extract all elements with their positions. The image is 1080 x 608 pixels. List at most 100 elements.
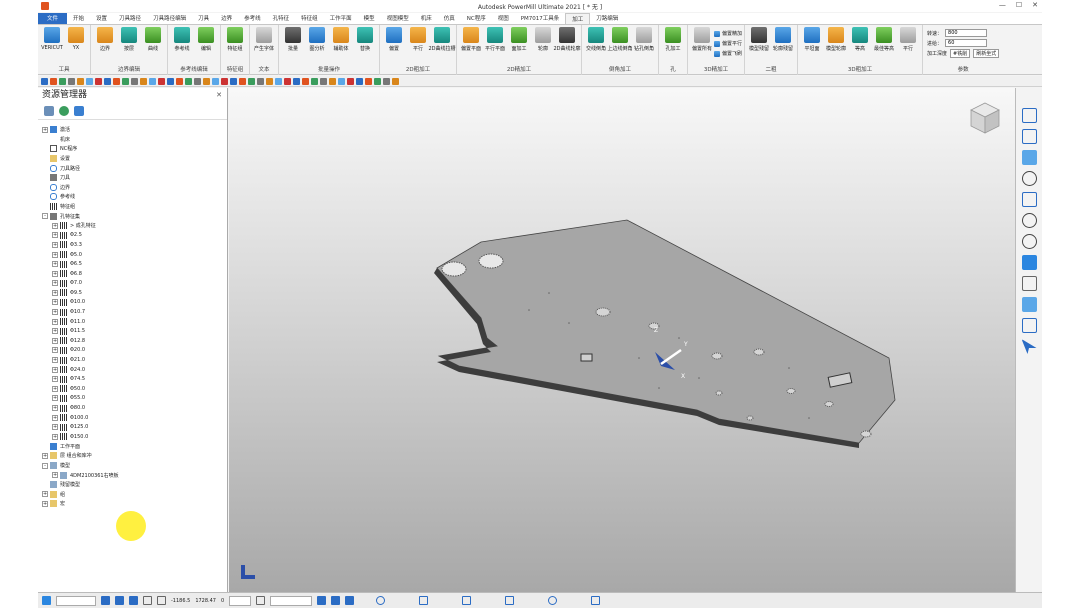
expand-toggle[interactable]: + [52, 328, 58, 335]
view-front-icon[interactable] [1021, 108, 1037, 123]
tree-item[interactable]: + > 成孔特征 [38, 221, 226, 231]
trash-icon[interactable] [74, 106, 84, 116]
qat-tool-icon[interactable] [293, 77, 300, 85]
qat-tool-icon[interactable] [284, 77, 291, 85]
tree-item[interactable]: +4DM2100361右喷板 [38, 470, 226, 480]
shaded-cube-icon[interactable] [1021, 297, 1037, 312]
qat-tool-icon[interactable] [212, 77, 219, 85]
expand-toggle[interactable]: + [52, 414, 58, 421]
tree-item[interactable]: + Φ55.0 [38, 394, 226, 404]
menu-tab-17[interactable]: PM7017工具条 [515, 13, 566, 24]
qat-tool-icon[interactable] [266, 77, 273, 85]
workplane-select[interactable] [56, 595, 96, 606]
cursor-icon[interactable] [1021, 339, 1037, 354]
tree-item[interactable]: NC程序 [38, 144, 226, 154]
menu-tab-4[interactable]: 刀具路径编辑 [147, 13, 192, 24]
qat-tool-icon[interactable] [383, 77, 390, 85]
expand-toggle[interactable]: + [52, 270, 58, 277]
no-icon[interactable] [548, 596, 558, 605]
zoom-box-icon[interactable] [1021, 213, 1037, 228]
view-iso-icon[interactable] [1021, 129, 1037, 144]
expand-toggle[interactable]: + [52, 366, 58, 373]
expand-toggle[interactable]: + [52, 433, 58, 440]
qat-tool-icon[interactable] [257, 77, 264, 85]
tree-item[interactable]: + Φ80.0 [38, 403, 226, 413]
tree-item[interactable]: + Φ150.0 [38, 432, 226, 442]
menu-tab-18[interactable]: 加工 [565, 13, 591, 24]
menu-tab-10[interactable]: 工作平面 [324, 13, 358, 24]
qat-tool-icon[interactable] [59, 77, 66, 85]
tree-item[interactable]: 机床 [38, 135, 226, 145]
tree-item[interactable]: 设置 [38, 154, 226, 164]
tree-item[interactable]: 工作平面 [38, 442, 226, 452]
qat-tool-icon[interactable] [347, 77, 354, 85]
zoom-out-icon[interactable] [1021, 234, 1037, 249]
tree-item[interactable]: 特征组 [38, 202, 226, 212]
qat-tool-icon[interactable] [338, 77, 345, 85]
expand-toggle[interactable]: + [52, 299, 58, 306]
expand-toggle[interactable]: + [52, 395, 58, 402]
expand-toggle[interactable]: + [42, 491, 48, 498]
tree-item[interactable]: + Φ7.0 [38, 279, 226, 289]
measure-icon[interactable] [256, 596, 266, 605]
workplane-icon[interactable] [42, 596, 51, 605]
menu-tab-14[interactable]: 仿真 [438, 13, 461, 24]
expand-toggle[interactable]: + [52, 347, 58, 354]
tree-item[interactable]: + 组 [38, 490, 226, 500]
zoom-icon[interactable] [1021, 171, 1037, 186]
ribbon-small-item[interactable]: 偏置飞刷 [714, 50, 742, 57]
menu-tab-8[interactable]: 孔特征 [267, 13, 296, 24]
close-icon[interactable]: ✕ [216, 88, 222, 103]
expand-toggle[interactable]: + [52, 251, 58, 258]
tree-item[interactable]: + Φ6.5 [38, 259, 226, 269]
menu-tab-2[interactable]: 设置 [90, 13, 113, 24]
expand-toggle[interactable]: + [52, 232, 58, 239]
refresh-button[interactable]: 刷新坐式 [973, 49, 1000, 58]
menu-tab-13[interactable]: 机床 [415, 13, 438, 24]
tree-item[interactable]: 残留模型 [38, 480, 226, 490]
view-cube-small-icon[interactable] [1021, 150, 1037, 165]
expand-toggle[interactable]: + [52, 261, 58, 268]
qat-tool-icon[interactable] [41, 77, 48, 85]
tree-item[interactable]: + Φ11.5 [38, 326, 226, 336]
expand-toggle[interactable]: + [52, 376, 58, 383]
qat-tool-icon[interactable] [365, 77, 372, 85]
expand-toggle[interactable]: + [42, 126, 48, 133]
tree-item[interactable]: - 孔特征集 [38, 211, 226, 221]
tree-item[interactable]: + Φ11.0 [38, 317, 226, 327]
qat-tool-icon[interactable] [230, 77, 237, 85]
menu-tab-19[interactable]: 刀路编辑 [590, 13, 624, 24]
expand-toggle[interactable]: + [52, 318, 58, 325]
qat-tool-icon[interactable] [203, 77, 210, 85]
grid2-icon[interactable] [157, 596, 166, 605]
qat-tool-icon[interactable] [194, 77, 201, 85]
select-icon[interactable] [1021, 318, 1037, 333]
close-icon[interactable]: ✕ [1032, 1, 1038, 9]
expand-toggle[interactable]: + [52, 337, 58, 344]
tree-item[interactable]: + Φ74.5 [38, 374, 226, 384]
qat-tool-icon[interactable] [275, 77, 282, 85]
minimize-icon[interactable]: — [999, 1, 1006, 9]
tree-item[interactable]: + Φ2.5 [38, 231, 226, 241]
expand-toggle[interactable]: + [52, 424, 58, 431]
qat-tool-icon[interactable] [131, 77, 138, 85]
page-icon[interactable] [1021, 192, 1037, 207]
ribbon-small-item[interactable]: 偏置精加 [714, 30, 742, 37]
qat-tool-icon[interactable] [95, 77, 102, 85]
tree-item[interactable]: + Φ10.7 [38, 307, 226, 317]
expand-toggle[interactable]: - [42, 462, 48, 469]
expand-toggle[interactable]: + [52, 405, 58, 412]
feed-input[interactable] [945, 29, 988, 37]
mill-button[interactable]: #铣削 [950, 49, 971, 58]
menu-tab-3[interactable]: 刀具路径 [113, 13, 147, 24]
qat-tool-icon[interactable] [356, 77, 363, 85]
qat-tool-icon[interactable] [113, 77, 120, 85]
qat-tool-icon[interactable] [176, 77, 183, 85]
tree-item[interactable]: + Φ3.3 [38, 240, 226, 250]
expand-toggle[interactable]: + [42, 452, 48, 459]
qat-tool-icon[interactable] [50, 77, 57, 85]
expand-toggle[interactable]: - [42, 213, 48, 220]
qat-tool-icon[interactable] [320, 77, 327, 85]
tool-icon[interactable] [317, 596, 327, 605]
qat-tool-icon[interactable] [329, 77, 336, 85]
